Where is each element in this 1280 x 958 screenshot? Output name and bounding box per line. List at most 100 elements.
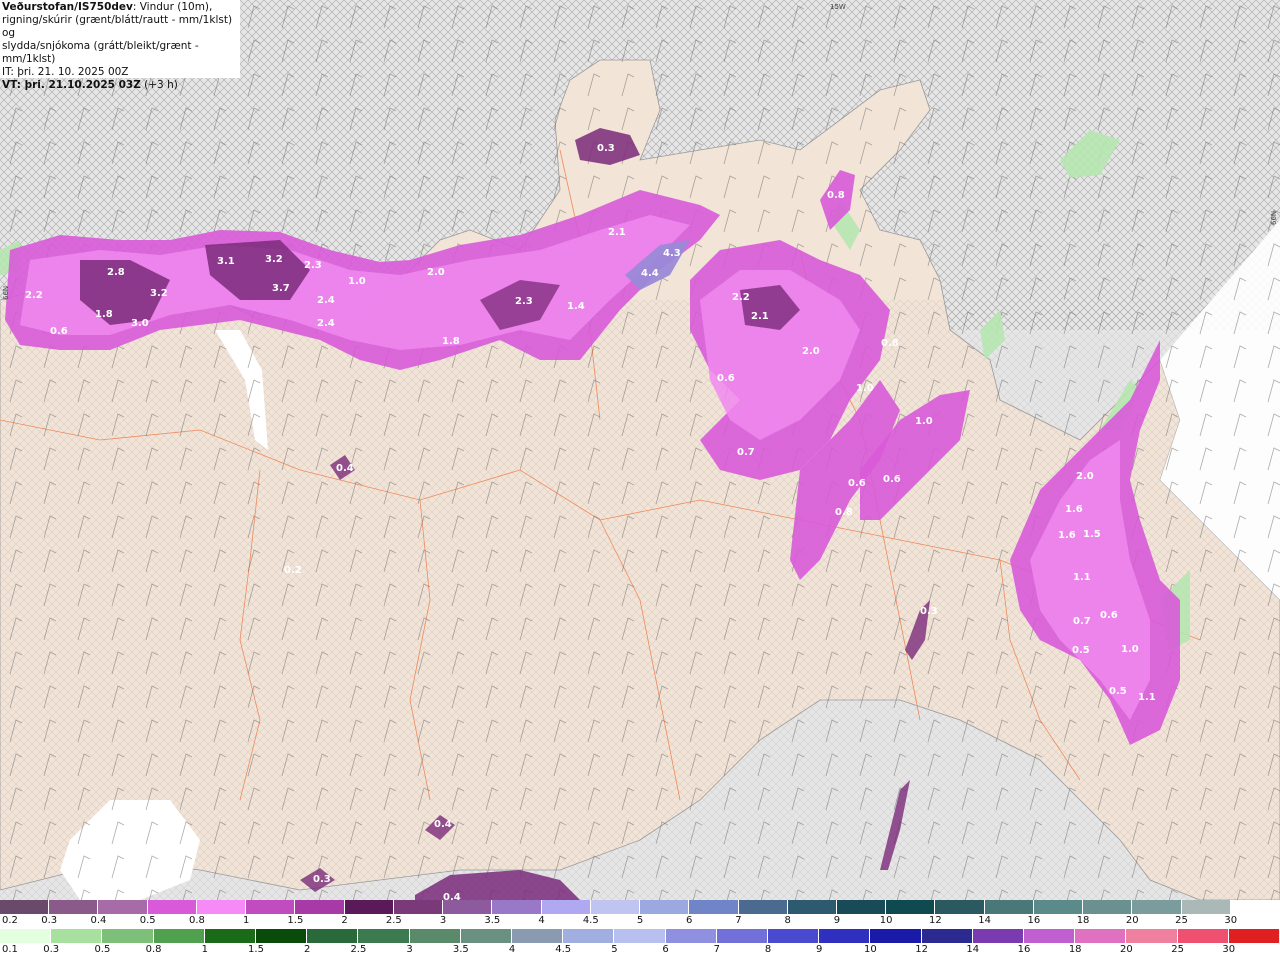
precip-value: 2.4	[317, 295, 335, 306]
legend-swatch	[1177, 929, 1229, 943]
legend-label: 2.5	[350, 944, 367, 955]
precip-value: 0.4	[336, 463, 354, 474]
legend-swatch	[49, 900, 99, 914]
legend-swatch	[443, 900, 493, 914]
legend-label: 1.5	[248, 944, 264, 955]
legend-label: 7	[735, 915, 742, 926]
valid-time: VT: þri. 21.10.2025 03Z	[2, 79, 141, 91]
precip-value: 4.3	[663, 248, 681, 259]
legend-label: 14	[966, 944, 980, 955]
precip-value: 0.6	[848, 478, 866, 489]
precip-value: 1.8	[442, 336, 460, 347]
precip-value: 4.4	[641, 268, 659, 279]
snow-legend-swatches	[0, 900, 1280, 914]
legend-swatch	[1132, 900, 1182, 914]
legend-label: 1.5	[287, 915, 304, 926]
legend-label: 5	[611, 944, 618, 955]
precip-value: 3.1	[217, 256, 235, 267]
precip-value: 0.5	[1109, 686, 1127, 697]
valid-offset: (+3 h)	[140, 79, 178, 91]
precip-value: 0.4	[434, 819, 452, 830]
precip-value: 1.8	[95, 309, 113, 320]
legend-swatch	[307, 929, 359, 943]
legend-label: 16	[1017, 944, 1031, 955]
legend-label: 20	[1125, 915, 1139, 926]
precip-value: 1.1	[1138, 692, 1156, 703]
legend-label: 18	[1068, 944, 1082, 955]
precip-value: 0.7	[737, 447, 755, 458]
legend-label: 8	[784, 915, 791, 926]
legend-label: 2	[341, 915, 348, 926]
map-header: Veðurstofan/IS750dev: Vindur (10m), rign…	[0, 0, 240, 91]
precip-value: 3.0	[131, 318, 149, 329]
precip-value: 2.4	[317, 318, 335, 329]
legend-label: 5	[636, 915, 644, 926]
legend-swatch	[358, 929, 410, 943]
precip-value: 1.1	[1073, 572, 1091, 583]
legend-swatch	[1083, 900, 1133, 914]
precip-value: 0.6	[50, 326, 68, 337]
legend-label: 6	[662, 944, 669, 955]
precip-value: 3.2	[150, 288, 168, 299]
legend-label: 4	[538, 915, 545, 926]
precip-value: 1.6	[1058, 530, 1076, 541]
legend-swatch	[196, 900, 247, 914]
legend-label: 3	[406, 944, 413, 955]
precip-value: 1.6	[1065, 504, 1083, 515]
legend-label: 30	[1224, 915, 1238, 926]
legend-label: 0.8	[145, 944, 162, 955]
precip-value: 3.2	[265, 254, 283, 265]
legend-swatch	[0, 900, 50, 914]
legend-label: 0.5	[139, 915, 156, 926]
legend-swatch	[460, 929, 513, 943]
precip-value: 1.0	[915, 416, 933, 427]
legend-label: 18	[1076, 915, 1090, 926]
legend-swatch	[590, 900, 641, 914]
precip-value: 2.0	[1076, 471, 1094, 482]
legend-label: 7	[713, 944, 720, 955]
weather-map: 15W 66N 66N 0.3 2.8 2.2 3.2 0.6 1.8 3.0 …	[0, 0, 1280, 900]
init-time: IT: þri. 21. 10. 2025 00Z	[2, 66, 129, 78]
precip-value: 2.3	[304, 260, 322, 271]
legend-label: 0.3	[43, 944, 60, 955]
precip-value: 0.3	[313, 874, 331, 885]
legend-label: 30	[1222, 944, 1236, 955]
precip-value: 2.1	[751, 311, 769, 322]
precip-value: 0.8	[827, 190, 845, 201]
legend-label: 8	[764, 944, 772, 955]
legend-swatch	[1181, 900, 1231, 914]
header-line-1: Veðurstofan/IS750dev: Vindur (10m),	[2, 1, 238, 14]
precip-value: 2.0	[427, 267, 445, 278]
legend-label: 0.4	[90, 915, 107, 926]
legend-swatch	[344, 900, 394, 914]
precip-value: 0.5	[1072, 645, 1090, 656]
snow-legend-labels: 0.2 0.3 0.4 0.5 0.8 1 1.5 2 2.5 3 3.5 4 4.5 5 6 7 8 9 10 12…	[0, 915, 1280, 928]
precip-value: 1.0	[348, 276, 366, 287]
source-title: Veðurstofan/IS750dev	[2, 1, 133, 13]
legend-swatch	[716, 929, 769, 943]
legend-label: 0.8	[188, 915, 205, 926]
legend-swatch	[541, 900, 591, 914]
legend-swatch	[1024, 929, 1076, 943]
legend-swatch	[1228, 929, 1280, 943]
legend-label: 0.3	[41, 915, 58, 926]
rain-legend-labels: 0.1 0.3 0.5 0.8 1 1.5 2 2.5 3 3.5 4 4.5 5 6 7 8 9 10 12 14 1…	[0, 944, 1280, 957]
legend-swatch	[836, 900, 887, 914]
precip-value: 0.4	[443, 892, 461, 900]
legend-label: 2	[304, 944, 311, 955]
legend-swatch	[393, 900, 444, 914]
legend-label: 12	[929, 915, 942, 926]
header-desc-1: : Vindur (10m),	[132, 1, 213, 13]
precip-value: 0.6	[717, 373, 735, 384]
legend-label: 10	[864, 944, 877, 955]
header-desc-2: rigning/skúrir (grænt/blátt/rautt - mm/1…	[2, 14, 233, 39]
precip-value: 1.0	[1121, 644, 1139, 655]
legend-swatch	[51, 929, 103, 943]
legend-label: 4	[508, 944, 516, 955]
legend-swatch	[295, 900, 345, 914]
legend-label: 9	[816, 944, 823, 955]
meridian-label: 15W	[830, 3, 846, 11]
legend-label: 25	[1171, 944, 1184, 955]
precip-value: 0.3	[920, 606, 938, 617]
precip-value: 1.5	[1083, 529, 1101, 540]
